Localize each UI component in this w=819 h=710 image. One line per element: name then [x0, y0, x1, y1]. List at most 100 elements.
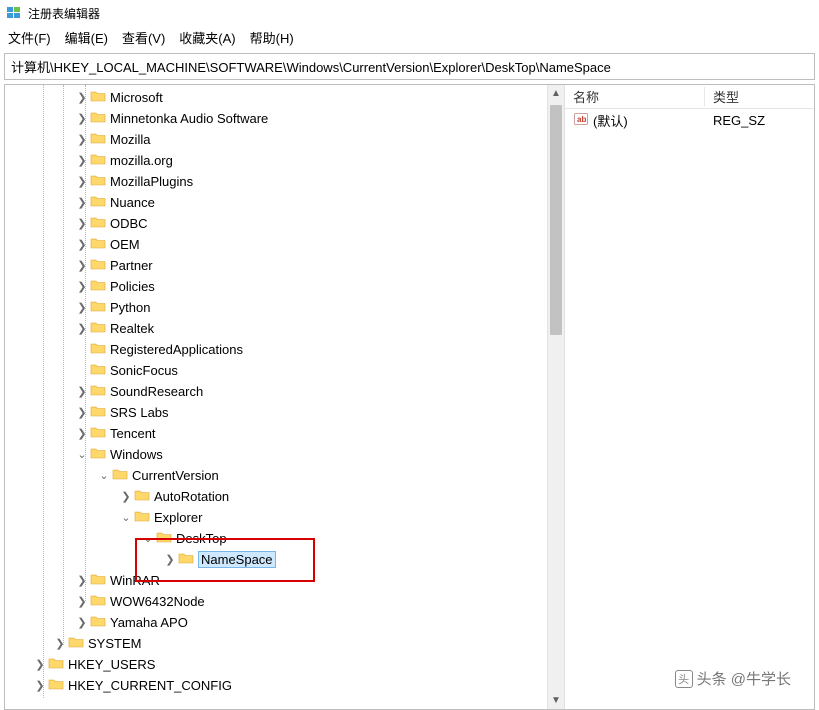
expand-icon[interactable]: ❯ — [75, 301, 89, 314]
collapse-icon[interactable]: ⌄ — [119, 511, 133, 524]
menu-file[interactable]: 文件(F) — [8, 28, 51, 47]
tree-item[interactable]: ❯WinRAR — [5, 570, 564, 591]
scroll-up-button[interactable]: ▲ — [548, 85, 564, 102]
expand-icon[interactable]: ❯ — [119, 490, 133, 503]
collapse-icon[interactable]: ⌄ — [141, 532, 155, 545]
folder-icon — [90, 215, 106, 232]
tree-item[interactable]: SonicFocus — [5, 360, 564, 381]
tree-item[interactable]: ❯HKEY_USERS — [5, 654, 564, 675]
menu-favorites[interactable]: 收藏夹(A) — [179, 28, 235, 47]
folder-icon — [48, 656, 64, 673]
tree-item[interactable]: ❯ODBC — [5, 213, 564, 234]
window-title: 注册表编辑器 — [28, 5, 100, 22]
menu-help[interactable]: 帮助(H) — [250, 28, 294, 47]
registry-tree[interactable]: ❯Microsoft❯Minnetonka Audio Software❯Moz… — [5, 85, 564, 698]
tree-item[interactable]: ❯ Microsoft — [5, 87, 564, 108]
tree-scrollbar[interactable]: ▲ ▼ — [547, 85, 564, 709]
tree-item[interactable]: ❯HKEY_CURRENT_CONFIG — [5, 675, 564, 696]
tree-item-label: Explorer — [154, 510, 202, 525]
scroll-down-button[interactable]: ▼ — [548, 692, 564, 709]
tree-item[interactable]: ❯ AutoRotation — [5, 486, 564, 507]
tree-item[interactable]: ⌄CurrentVersion — [5, 465, 564, 486]
expand-icon[interactable]: ❯ — [75, 574, 89, 587]
tree-item-label: Microsoft — [110, 90, 163, 105]
tree-item-label: AutoRotation — [154, 489, 229, 504]
folder-icon — [90, 173, 106, 190]
tree-item[interactable]: ❯NameSpace — [5, 549, 564, 570]
expand-icon[interactable]: ❯ — [75, 616, 89, 629]
values-list[interactable]: ab(默认)REG_SZ — [565, 109, 814, 131]
tree-item[interactable]: ❯Python — [5, 297, 564, 318]
expand-icon[interactable]: ❯ — [75, 427, 89, 440]
folder-icon — [134, 509, 150, 526]
folder-icon — [48, 677, 64, 694]
tree-item[interactable]: ❯Nuance — [5, 192, 564, 213]
tree-pane: ❯Microsoft❯Minnetonka Audio Software❯Moz… — [5, 85, 565, 709]
string-value-icon: ab — [573, 111, 589, 130]
tree-item[interactable]: ❯SoundResearch — [5, 381, 564, 402]
watermark-icon: 头 — [675, 670, 693, 688]
folder-icon — [90, 194, 106, 211]
collapse-icon[interactable]: ⌄ — [97, 469, 111, 482]
title-bar: 注册表编辑器 — [0, 0, 819, 24]
expand-icon[interactable]: ❯ — [53, 637, 67, 650]
expand-icon[interactable]: ❯ — [75, 406, 89, 419]
expand-icon[interactable]: ❯ — [75, 322, 89, 335]
tree-item[interactable]: ❯Realtek — [5, 318, 564, 339]
tree-item-label: mozilla.org — [110, 153, 173, 168]
menu-view[interactable]: 查看(V) — [122, 28, 165, 47]
tree-item[interactable]: ❯Policies — [5, 276, 564, 297]
folder-icon — [90, 236, 106, 253]
folder-icon — [90, 572, 106, 589]
folder-icon — [90, 257, 106, 274]
value-row[interactable]: ab(默认)REG_SZ — [565, 109, 814, 131]
column-header-type[interactable]: 类型 — [705, 87, 814, 106]
tree-item[interactable]: ❯ Partner — [5, 255, 564, 276]
expand-icon[interactable]: ❯ — [75, 133, 89, 146]
tree-item[interactable]: ❯ OEM — [5, 234, 564, 255]
tree-item[interactable]: ❯Yamaha APO — [5, 612, 564, 633]
collapse-icon[interactable]: ⌄ — [75, 448, 89, 461]
values-pane: 名称 类型 ab(默认)REG_SZ — [565, 85, 814, 709]
tree-item-label: WOW6432Node — [110, 594, 205, 609]
column-header-name[interactable]: 名称 — [565, 87, 705, 106]
scroll-thumb[interactable] — [550, 105, 562, 335]
tree-item[interactable]: RegisteredApplications — [5, 339, 564, 360]
value-type: REG_SZ — [705, 113, 814, 128]
watermark: 头 头条 @牛学长 — [675, 668, 791, 689]
expand-icon[interactable]: ❯ — [33, 658, 47, 671]
expand-icon[interactable]: ❯ — [75, 154, 89, 167]
expand-icon[interactable]: ❯ — [75, 175, 89, 188]
tree-item[interactable]: ❯SYSTEM — [5, 633, 564, 654]
expand-icon[interactable]: ❯ — [75, 91, 89, 104]
tree-item[interactable]: ❯Tencent — [5, 423, 564, 444]
tree-item[interactable]: ❯Mozilla — [5, 129, 564, 150]
expand-icon[interactable]: ❯ — [75, 112, 89, 125]
tree-item[interactable]: ⌄Windows — [5, 444, 564, 465]
tree-item[interactable]: ⌄DeskTop — [5, 528, 564, 549]
tree-item[interactable]: ❯ WOW6432Node — [5, 591, 564, 612]
tree-item[interactable]: ❯ mozilla.org — [5, 150, 564, 171]
folder-icon — [90, 131, 106, 148]
tree-item[interactable]: ❯MozillaPlugins — [5, 171, 564, 192]
menu-edit[interactable]: 编辑(E) — [65, 28, 108, 47]
tree-item-label: Partner — [110, 258, 153, 273]
tree-item-label: RegisteredApplications — [110, 342, 243, 357]
expand-icon[interactable]: ❯ — [75, 217, 89, 230]
tree-item[interactable]: ❯SRS Labs — [5, 402, 564, 423]
expand-icon[interactable]: ❯ — [75, 280, 89, 293]
expand-icon[interactable]: ❯ — [75, 238, 89, 251]
tree-item[interactable]: ⌄ Explorer — [5, 507, 564, 528]
watermark-text: 头条 @牛学长 — [697, 668, 791, 689]
folder-icon — [90, 341, 106, 358]
expand-icon[interactable]: ❯ — [75, 595, 89, 608]
expand-icon[interactable]: ❯ — [75, 196, 89, 209]
address-bar[interactable]: 计算机\HKEY_LOCAL_MACHINE\SOFTWARE\Windows\… — [4, 53, 815, 80]
tree-item[interactable]: ❯Minnetonka Audio Software — [5, 108, 564, 129]
tree-item-label: SonicFocus — [110, 363, 178, 378]
expand-icon[interactable]: ❯ — [75, 385, 89, 398]
expand-icon[interactable]: ❯ — [33, 679, 47, 692]
expand-icon[interactable]: ❯ — [75, 259, 89, 272]
tree-item-label: OEM — [110, 237, 140, 252]
expand-icon[interactable]: ❯ — [163, 553, 177, 566]
